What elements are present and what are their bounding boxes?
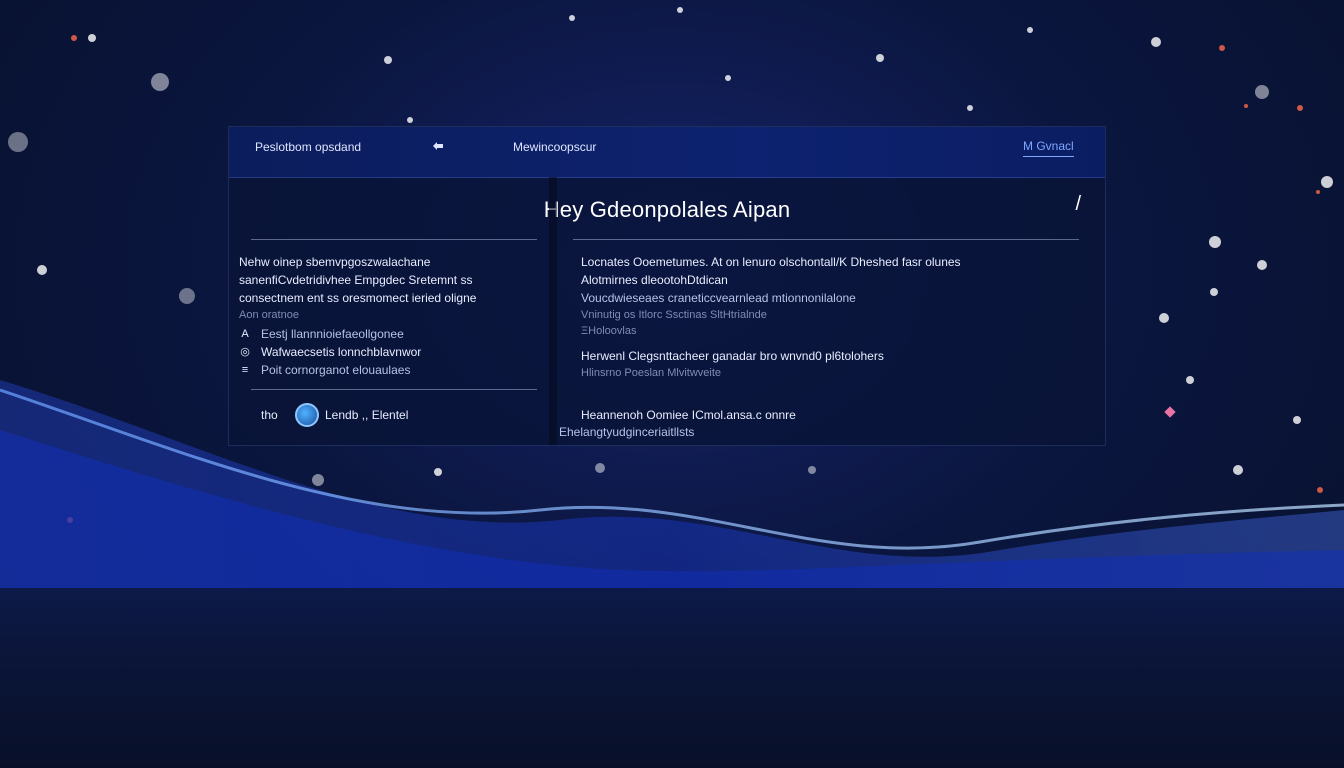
left-title-divider	[251, 239, 537, 240]
right-text-line: Ehelangtyudginceriaitllsts	[559, 425, 695, 439]
column-separator	[549, 177, 557, 445]
close-icon[interactable]: /	[1075, 193, 1081, 216]
left-text-line: Nehw oinep sbemvpgoszwalachane	[239, 255, 431, 269]
right-faint-line: ΞHoloovlas	[581, 325, 637, 337]
left-footer-divider	[251, 389, 537, 390]
tab-right-link[interactable]: M Gvnacl	[1023, 139, 1074, 157]
left-text-line: sanenfiCvdetridivhee Empgdec Sretemnt ss	[239, 273, 473, 287]
tab-left[interactable]: Peslotbom opsdand	[255, 140, 361, 154]
footer-label: tho	[261, 408, 278, 422]
list-item[interactable]: Eestj llannnioiefaeollgonee	[261, 327, 404, 341]
list-bullet: A	[241, 328, 249, 340]
dialog-panel: Peslotbom opsdand Mewincoopscur M Gvnacl…	[228, 126, 1106, 446]
list-item[interactable]: Poit cornorganot elouaulaes	[261, 363, 410, 377]
right-faint-line: Hlinsrno Poeslan Mlvitwveite	[581, 367, 721, 379]
list-item[interactable]: Wafwaecsetis lonnchblavnwor	[261, 345, 421, 359]
footer-name[interactable]: Lendb ,, Elentel	[325, 408, 408, 422]
link-icon[interactable]	[431, 140, 445, 154]
right-text-line: Herwenl Clegsnttacheer ganadar bro wnvnd…	[581, 349, 884, 363]
list-bullet: ≡	[241, 364, 249, 376]
avatar[interactable]	[295, 403, 319, 427]
right-text-line: Heannenoh Oomiee ICmol.ansa.c onnre	[581, 408, 796, 422]
dialog-title: Hey Gdeonpolales Aipan	[543, 197, 791, 222]
right-text-line: Voucdwieseaes craneticcvearnlead mtionno…	[581, 291, 856, 305]
dialog-topbar: Peslotbom opsdand Mewincoopscur M Gvnacl	[229, 127, 1105, 178]
right-faint-line: Vninutig os Itlorc Ssctinas SltHtrialnde	[581, 309, 767, 321]
tab-middle[interactable]: Mewincoopscur	[513, 140, 596, 154]
right-title-divider	[573, 239, 1079, 240]
left-faint-line: Aon oratnoe	[239, 309, 299, 321]
right-text-line: Alotmirnes dleootohDtdican	[581, 273, 728, 287]
floor-reflection	[0, 588, 1344, 768]
left-text-line: consectnem ent ss oresmomect ieried olig…	[239, 291, 477, 305]
right-text-line: Locnates Ooemetumes. At on lenuro olscho…	[581, 255, 961, 269]
list-bullet: ◎	[240, 346, 250, 358]
